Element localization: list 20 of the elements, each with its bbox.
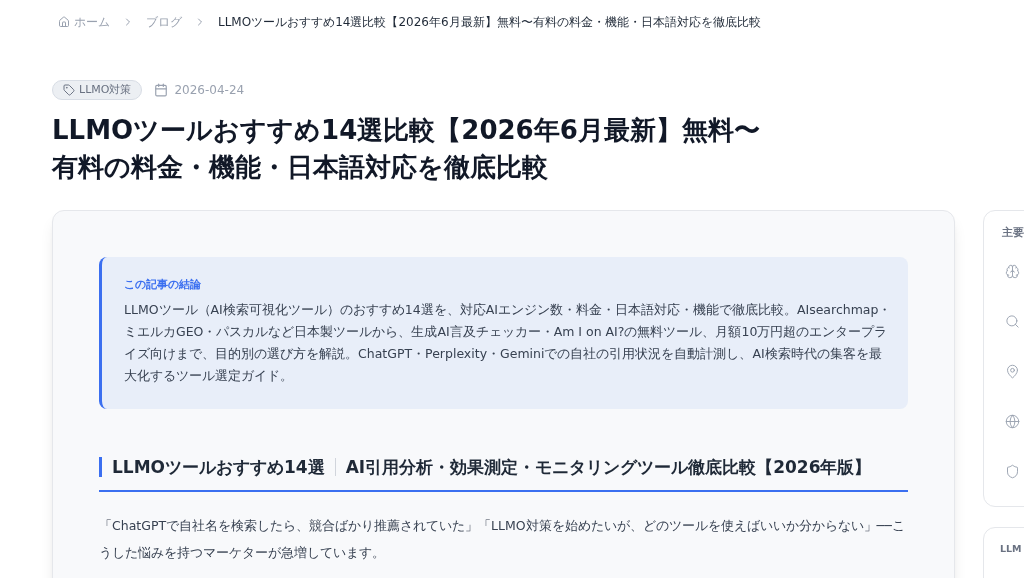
section-heading: LLMOツールおすすめ14選 AI引用分析・効果測定・モニタリングツール徹底比較【2026年版】 (112, 455, 872, 479)
search-icon (1005, 313, 1020, 329)
breadcrumb-current: LLMOツールおすすめ14選比較【2026年6月最新】無料〜有料の料金・機能・日本語対応を徹底比較 (218, 14, 761, 31)
sidebar-title: 主要 (1002, 225, 1024, 241)
calendar-icon (154, 83, 169, 97)
sidebar-title: LLM (1000, 542, 1023, 556)
globe-icon (1005, 413, 1020, 429)
breadcrumb-link[interactable]: ブログ (146, 13, 182, 31)
post-date: 2026-04-24 (174, 82, 245, 99)
summary-text: LLMOツール（AI検索可視化ツール）のおすすめ14選を、対応AIエンジン数・料金・日本語対応・機能で徹底比較。AIsearchmap・ミエルカGEO・パスカルなど日本製ツールから、生成AI言及チェッカー・Am I on AI?の無料ツール、月額10万円超のエンタープライズ向けまで、目的別の選び方を解説。ChatGPT・Perplexity・Geminiでの自社の引用状況を自動計測し、AI検索時代の集客を最大化するツール選定ガイド。 (124, 300, 892, 385)
shield-icon (1005, 463, 1020, 479)
intro-text: 「ChatGPTで自社名を検索したら、競合ばかり推薦されていた」「LLMO対策を始めたいが、どのツールを使えばいいか分からない」──こうした悩みを持つマーケターが急増しています。 (99, 517, 906, 562)
category-tag[interactable]: LLMO対策 (52, 80, 143, 100)
pin-icon (1005, 363, 1020, 379)
home-link[interactable]: ホーム (58, 13, 110, 31)
article-title: LLMOツールおすすめ14選比較【2026年6月最新】無料〜 有料の料金・機能・日本語対応を徹底比較 (50, 114, 761, 184)
summary-label: この記事の結論 (124, 277, 202, 293)
brain-icon (1005, 263, 1020, 279)
tag-icon (63, 84, 75, 96)
home-icon (58, 16, 70, 28)
